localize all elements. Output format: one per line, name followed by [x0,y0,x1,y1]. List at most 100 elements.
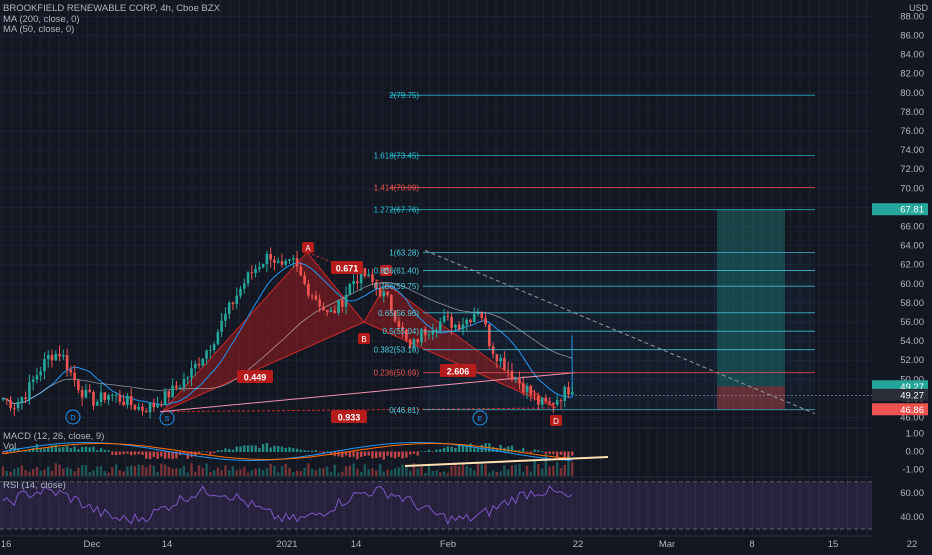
macd-histogram-bar [379,452,381,458]
macd-histogram-bar [224,448,226,452]
candle-body [533,395,536,396]
volume-bar [47,466,49,476]
fib-level-label: 0.5(55.04) [383,327,420,336]
price-tick: 52.00 [900,355,924,366]
ratio-label: 2.606 [447,367,470,377]
price-tick: 80.00 [900,88,924,99]
volume-bar [190,463,192,476]
chart-root[interactable]: ABCDDSE 2(79.75)1.618(73.45)1.414(70.09)… [0,0,932,550]
candle-body [156,404,159,407]
fib-level-label: 0.382(53.10) [374,346,420,355]
macd-histogram-bar [81,447,83,452]
macd-histogram-bar [122,452,124,455]
volume-bar [447,473,449,476]
volume-bar [202,468,204,476]
volume-bar [187,473,189,476]
candle-body [228,303,231,314]
candle-body [171,386,174,398]
volume-bar [175,468,177,476]
candle-body [179,388,182,389]
candle-body [341,300,344,307]
macd-histogram-bar [130,452,132,456]
candle-body [202,359,205,366]
macd-histogram-bar [239,446,241,452]
candle-body [122,402,125,405]
volume-bar [432,471,434,476]
volume-bar [145,467,147,476]
candle-body [32,380,35,383]
candle-body [330,310,333,312]
macd-histogram-bar [435,449,437,452]
volume-bar [454,464,456,476]
price-tick: 82.00 [900,69,924,80]
candle-body [13,408,16,409]
candle-body [488,324,491,346]
macd-histogram-bar [545,452,547,454]
volume-bar [89,472,91,476]
candle-body [443,316,446,322]
macd-tick: 0.00 [906,447,925,458]
macd-histogram-bar [62,447,64,452]
price-tick: 76.00 [900,126,924,137]
macd-histogram-bar [428,450,430,452]
macd-histogram-bar [73,446,75,452]
candle-body [567,387,570,395]
macd-histogram-bar [40,449,42,452]
volume-bar [458,466,460,476]
candle-body [296,258,299,267]
candle-body [107,395,110,400]
macd-histogram-bar [36,444,38,452]
macd-histogram-bar [364,452,366,456]
candle-body [450,317,453,328]
fib-level-label: 0.65(56.96) [378,309,419,318]
candle-body [262,264,265,267]
candle-body [119,395,122,402]
candle-body [277,261,280,263]
macd-histogram-bar [164,452,166,459]
candle-body [337,300,340,313]
volume-bar [247,473,249,476]
candle-body [469,320,472,322]
volume-bar [330,472,332,476]
volume-bar [364,464,366,476]
macd-histogram-bar [273,446,275,452]
macd-histogram-bar [398,452,400,457]
candle-body [416,339,419,342]
candle-body [43,359,46,371]
candle-body [224,314,227,321]
candle-body [284,261,287,265]
volume-bar [462,463,464,476]
candle-body [198,364,201,365]
price-tick: 86.00 [900,31,924,42]
macd-histogram-bar [96,450,98,452]
volume-bar [141,465,143,476]
chart-canvas[interactable]: ABCDDSE 2(79.75)1.618(73.45)1.414(70.09)… [0,0,932,550]
candle-body [247,272,250,283]
candle-body [537,396,540,405]
macd-histogram-bar [522,448,524,452]
candle-body [175,386,178,388]
macd-histogram-bar [533,450,535,452]
macd-histogram-bar [439,449,441,452]
candle-body [484,318,487,324]
fib-level-label: 0.236(50.69) [374,369,420,378]
candle-body [17,402,20,408]
candle-body [458,325,461,330]
target-zone [717,209,785,386]
candle-body [21,397,24,402]
volume-bar [560,468,562,476]
ratio-label: 0.671 [336,264,359,274]
candle-body [307,284,310,296]
rsi-label: RSI (14, close) [3,480,66,491]
macd-histogram-bar [413,452,415,454]
macd-histogram-bar [401,452,403,459]
volume-bar [552,466,554,476]
volume-bar [424,473,426,476]
candle-body [473,314,476,322]
macd-histogram-bar [104,450,106,452]
fib-level-label: 1.414(70.09) [374,183,420,192]
macd-histogram-bar [326,451,328,452]
volume-bar [96,467,98,476]
macd-histogram-bar [288,447,290,452]
macd-histogram-bar [220,450,222,452]
